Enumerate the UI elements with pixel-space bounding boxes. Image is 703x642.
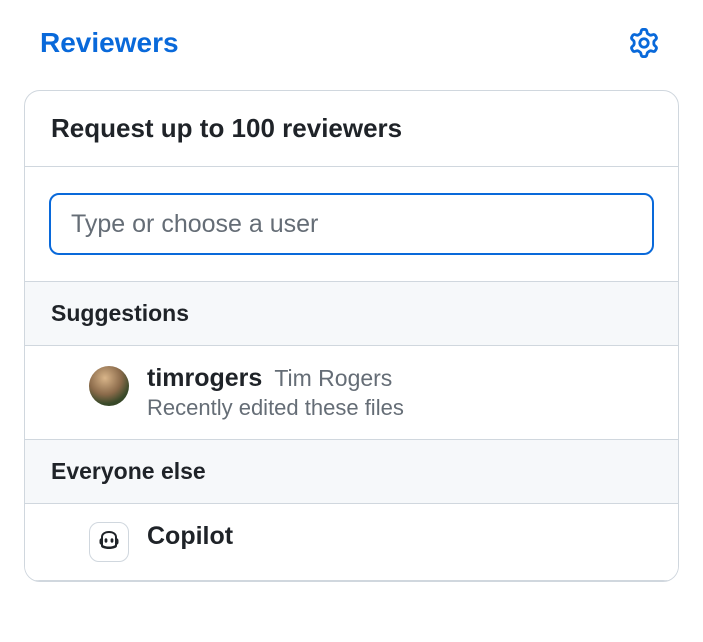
suggestion-item[interactable]: timrogers Tim Rogers Recently edited the… [25,346,678,440]
everyone-else-section-label: Everyone else [25,440,678,504]
reviewer-search-input[interactable] [49,193,654,255]
search-container [25,167,678,282]
suggestions-section-label: Suggestions [25,282,678,346]
copilot-avatar [89,522,129,562]
reviewers-settings-button[interactable] [625,24,663,62]
gear-icon [629,28,659,58]
reviewers-picker-panel: Request up to 100 reviewers Suggestions … [24,90,679,582]
username: Copilot [147,522,233,551]
fullname: Tim Rogers [274,365,392,392]
username: timrogers [147,364,262,393]
reviewers-header: Reviewers [24,24,679,62]
item-body: timrogers Tim Rogers Recently edited the… [147,364,652,421]
copilot-icon [97,528,121,557]
item-body: Copilot [147,522,652,551]
panel-title: Request up to 100 reviewers [25,91,678,167]
reviewers-title: Reviewers [40,27,179,59]
avatar [89,366,129,406]
item-meta: Recently edited these files [147,395,652,421]
everyone-item[interactable]: Copilot [25,504,678,581]
